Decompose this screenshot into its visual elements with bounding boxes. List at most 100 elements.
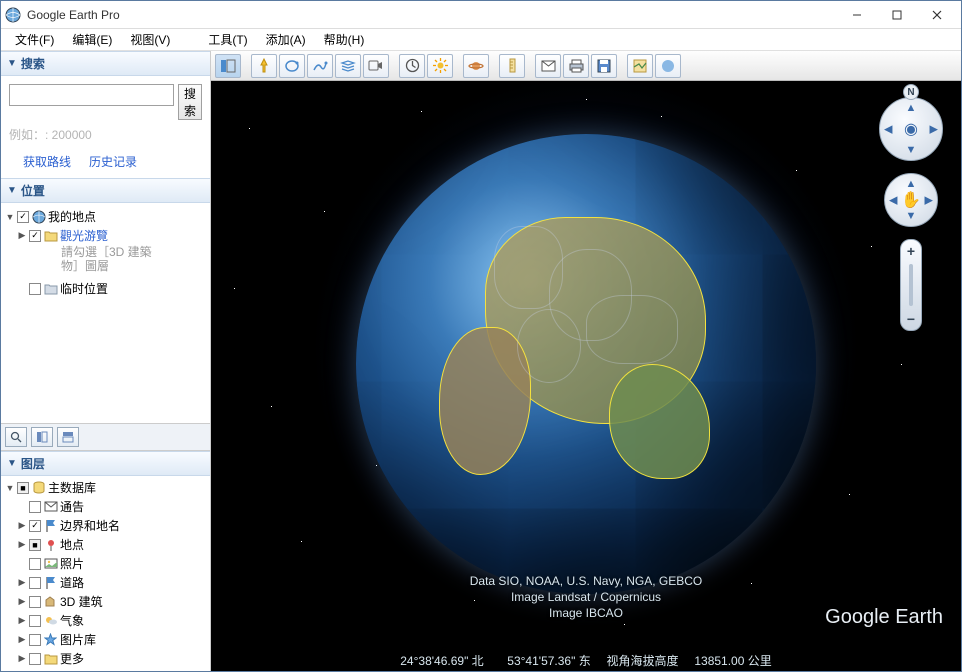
email-button[interactable] [535, 54, 561, 78]
get-directions-link[interactable]: 获取路线 [23, 153, 71, 170]
search-panel-header[interactable]: ▼ 搜索 [1, 51, 210, 76]
places-panel-title: 位置 [21, 182, 45, 199]
expand-icon[interactable]: ▶ [17, 615, 27, 626]
expand-icon[interactable]: ▼ [5, 212, 15, 222]
menu-file[interactable]: 文件(F) [7, 29, 62, 50]
checkbox[interactable] [29, 558, 41, 570]
layer-item-places[interactable]: ▶■ 地点 [3, 535, 208, 554]
layer-item-weather[interactable]: ▶气象 [3, 611, 208, 630]
checkbox[interactable]: ■ [17, 482, 29, 494]
search-button[interactable]: 搜索 [178, 84, 202, 120]
layer-label: 地点 [60, 536, 84, 553]
places-view1-button[interactable] [31, 427, 53, 447]
look-up[interactable]: ▲ [906, 102, 917, 114]
menu-view[interactable]: 视图(V) [122, 29, 178, 50]
look-left[interactable]: ◀ [884, 123, 892, 136]
placemark-button[interactable] [251, 54, 277, 78]
checkbox[interactable] [29, 501, 41, 513]
expand-icon[interactable]: ▶ [17, 520, 27, 531]
layer-item-primary-db[interactable]: ▼■主数据库 [3, 478, 208, 497]
zoom-in-button[interactable]: + [901, 240, 921, 262]
layers-panel-header[interactable]: ▼ 图层 [1, 451, 210, 476]
maximize-button[interactable] [877, 4, 917, 26]
expand-icon[interactable]: ▶ [17, 653, 27, 664]
overlay-button[interactable] [335, 54, 361, 78]
layer-item-gallery[interactable]: ▶图片库 [3, 630, 208, 649]
layer-item-roads[interactable]: ▶道路 [3, 573, 208, 592]
layer-label: 更多 [60, 650, 84, 667]
checkbox[interactable] [29, 596, 41, 608]
tree-item-temp-places[interactable]: 临时位置 [3, 279, 208, 298]
status-lat: 24°38'46.69" 北 [400, 652, 483, 669]
pan-right[interactable]: ▶ [925, 194, 933, 207]
history-button[interactable] [399, 54, 425, 78]
globe-view[interactable]: Data SIO, NOAA, U.S. Navy, NGA, GEBCO Im… [211, 81, 961, 671]
ruler-button[interactable] [499, 54, 525, 78]
layer-item-borders[interactable]: ▶边界和地名 [3, 516, 208, 535]
layer-item-terrain[interactable]: 地形 [3, 668, 208, 671]
expand-icon[interactable]: ▼ [5, 483, 15, 493]
pan-control[interactable]: ▲ ▼ ◀ ▶ ✋ [884, 173, 938, 227]
close-button[interactable] [917, 4, 957, 26]
layer-label: 照片 [60, 555, 84, 572]
checkbox[interactable] [29, 653, 41, 665]
north-indicator[interactable]: N [903, 84, 919, 100]
road-icon [43, 575, 58, 590]
globe-mode-button[interactable] [655, 54, 681, 78]
tree-item-my-places[interactable]: ▼ 我的地点 [3, 207, 208, 226]
search-input[interactable] [9, 84, 174, 106]
checkbox[interactable] [29, 615, 41, 627]
status-alt-label: 视角海拔高度 [607, 652, 679, 669]
places-panel-header[interactable]: ▼ 位置 [1, 178, 210, 203]
photo-icon [43, 556, 58, 571]
flag-icon [43, 518, 58, 533]
layer-item-photos[interactable]: 照片 [3, 554, 208, 573]
layer-item-announcements[interactable]: 通告 [3, 497, 208, 516]
expand-icon[interactable]: ▶ [17, 539, 27, 550]
history-link[interactable]: 历史记录 [89, 153, 137, 170]
expand-icon[interactable]: ▶ [17, 596, 27, 607]
pan-down[interactable]: ▼ [906, 210, 917, 222]
places-view2-button[interactable] [57, 427, 79, 447]
tree-item-sightseeing[interactable]: ▶ 觀光游覽 [3, 226, 208, 245]
checkbox[interactable] [29, 230, 41, 242]
zoom-out-button[interactable]: − [901, 308, 921, 330]
pan-left[interactable]: ◀ [889, 194, 897, 207]
print-button[interactable] [563, 54, 589, 78]
save-image-button[interactable] [591, 54, 617, 78]
look-around-control[interactable]: N ▲ ▼ ◀ ▶ ◉ [879, 97, 943, 161]
path-button[interactable] [307, 54, 333, 78]
menu-help[interactable]: 帮助(H) [316, 29, 373, 50]
folder-icon [43, 281, 58, 296]
record-tour-button[interactable] [363, 54, 389, 78]
expand-icon[interactable]: ▶ [17, 634, 27, 645]
sunlight-button[interactable] [427, 54, 453, 78]
checkbox[interactable] [29, 634, 41, 646]
expand-icon[interactable]: ▶ [17, 230, 27, 241]
menu-edit[interactable]: 编辑(E) [64, 29, 120, 50]
look-down[interactable]: ▼ [906, 144, 917, 156]
nav-controls: N ▲ ▼ ◀ ▶ ◉ ▲ ▼ ◀ ▶ ✋ + − [879, 97, 943, 331]
checkbox[interactable] [29, 283, 41, 295]
checkbox[interactable]: ■ [29, 539, 41, 551]
toggle-sidebar-button[interactable] [215, 54, 241, 78]
zoom-slider[interactable] [909, 264, 913, 306]
menu-tools[interactable]: 工具(T) [200, 29, 255, 50]
pan-up[interactable]: ▲ [906, 178, 917, 190]
planet-button[interactable] [463, 54, 489, 78]
layer-item-more[interactable]: ▶ 更多 [3, 649, 208, 668]
places-search-button[interactable] [5, 427, 27, 447]
expand-icon[interactable]: ▶ [17, 577, 27, 588]
zoom-control[interactable]: + − [900, 239, 922, 331]
checkbox[interactable] [29, 520, 41, 532]
layer-item-3d-buildings[interactable]: ▶3D 建筑 [3, 592, 208, 611]
checkbox[interactable] [17, 211, 29, 223]
menu-add[interactable]: 添加(A) [258, 29, 314, 50]
look-right[interactable]: ▶ [930, 123, 938, 136]
collapse-icon: ▼ [7, 458, 17, 469]
minimize-button[interactable] [837, 4, 877, 26]
checkbox[interactable] [29, 577, 41, 589]
polygon-button[interactable] [279, 54, 305, 78]
globe[interactable] [356, 134, 816, 594]
view-in-maps-button[interactable] [627, 54, 653, 78]
